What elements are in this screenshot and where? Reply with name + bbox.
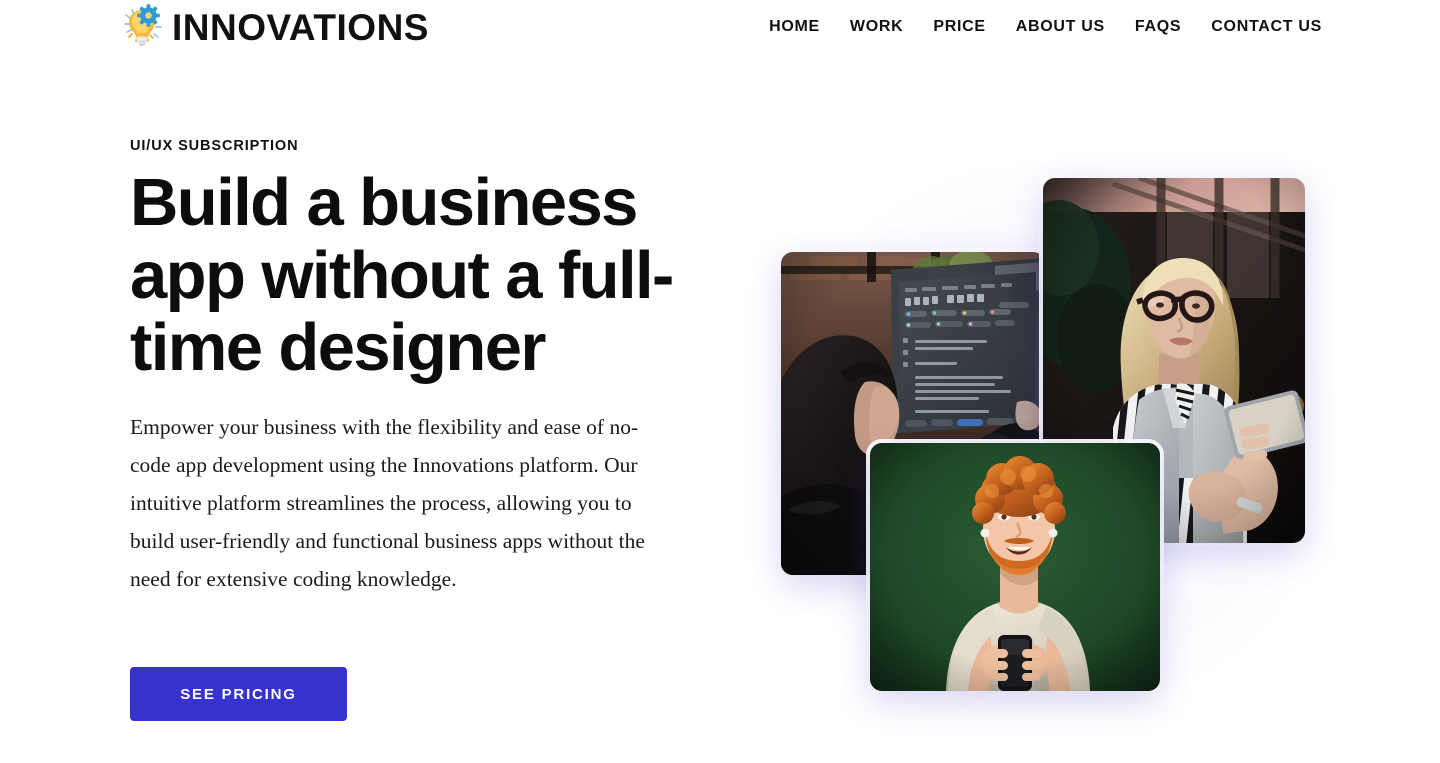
hero-paragraph: Empower your business with the flexibili… xyxy=(130,415,645,592)
nav-item-work[interactable]: WORK xyxy=(850,18,903,36)
brand-logo[interactable]: INNOVATIONS xyxy=(120,4,429,50)
hero-section: UI/UX SUBSCRIPTION Build a business app … xyxy=(130,138,730,721)
nav-item-about-us[interactable]: ABOUT US xyxy=(1016,18,1105,36)
site-header: INNOVATIONS HOME WORK PRICE ABOUT US FAQ… xyxy=(0,0,1440,60)
main-navigation: HOME WORK PRICE ABOUT US FAQS CONTACT US xyxy=(769,18,1322,36)
hero-eyebrow: UI/UX SUBSCRIPTION xyxy=(130,138,299,154)
nav-item-faqs[interactable]: FAQS xyxy=(1135,18,1181,36)
lightbulb-gear-icon xyxy=(120,4,166,50)
nav-item-home[interactable]: HOME xyxy=(769,18,820,36)
brand-name: INNOVATIONS xyxy=(172,6,429,48)
nav-item-price[interactable]: PRICE xyxy=(933,18,985,36)
hero-image-collage xyxy=(760,160,1340,720)
photo-man-with-phone[interactable] xyxy=(870,443,1160,691)
nav-item-contact-us[interactable]: CONTACT US xyxy=(1211,18,1322,36)
see-pricing-button[interactable]: SEE PRICING xyxy=(130,667,347,721)
hero-landing-page: INNOVATIONS HOME WORK PRICE ABOUT US FAQ… xyxy=(0,0,1440,763)
page-title: Build a business app without a full-time… xyxy=(130,165,674,386)
